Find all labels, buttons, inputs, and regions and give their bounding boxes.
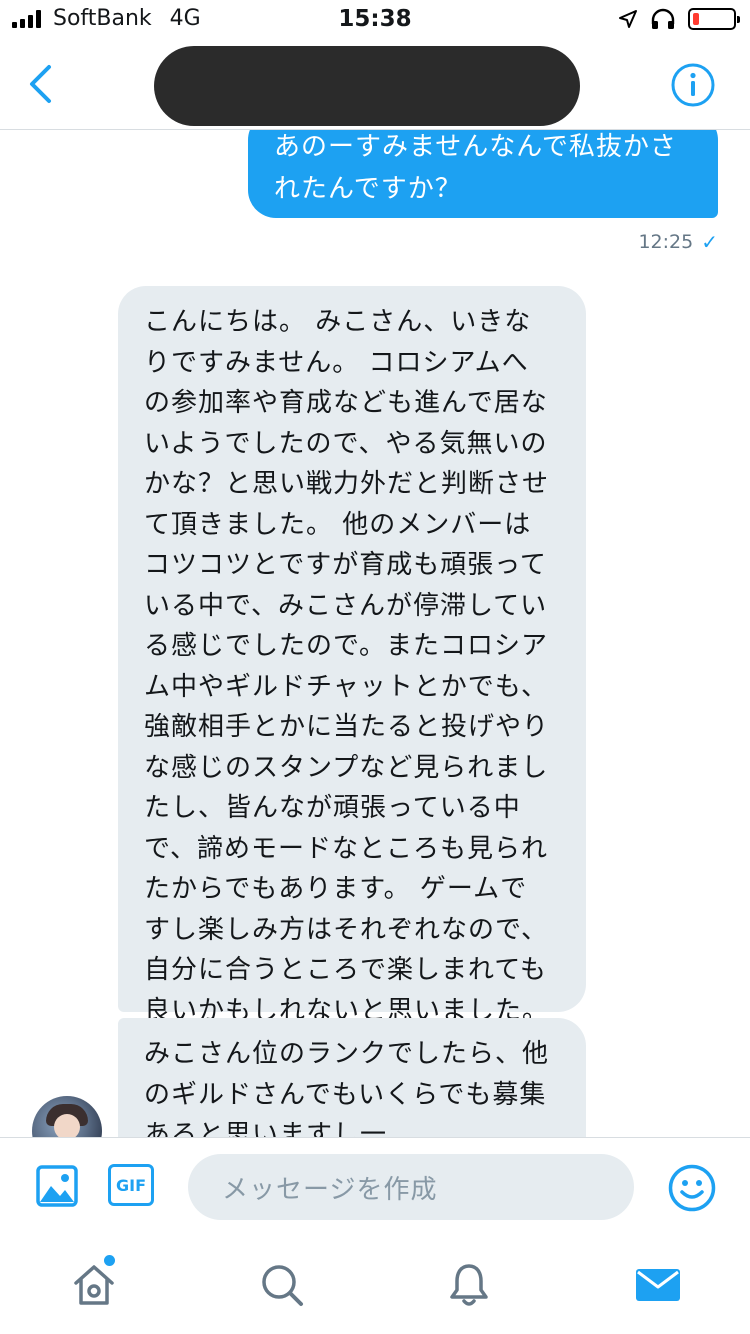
outgoing-message-meta: 12:25 ✓ <box>638 230 718 254</box>
status-bar: SoftBank 4G 15:38 <box>0 0 750 40</box>
message-line: みこさん位のランクでしたら、他 <box>144 1039 550 1069</box>
back-button[interactable] <box>22 62 58 106</box>
redacted-conversation-title <box>154 46 580 126</box>
message-line: たからでもあります。 ゲームで <box>144 874 528 904</box>
emoji-icon[interactable] <box>667 1163 717 1213</box>
message-line: こんにちは。 みこさん、いきな <box>144 307 532 337</box>
outgoing-message-bubble[interactable]: あのーすみませんなんで私抜かさ れたんですか？ <box>248 130 718 218</box>
sender-avatar[interactable] <box>32 1096 102 1137</box>
message-line: 強敵相手とかに当たると投げやり <box>144 712 550 742</box>
message-line: な感じのスタンプなど見られまし <box>144 752 549 783</box>
message-line: りですみません。 コロシアムへ <box>144 347 529 378</box>
mail-icon[interactable] <box>634 1261 682 1309</box>
info-circle-icon <box>671 63 715 107</box>
bell-icon[interactable] <box>445 1261 493 1309</box>
message-input-placeholder: メッセージを作成 <box>222 1174 438 1205</box>
incoming-message-bubble[interactable]: こんにちは。 みこさん、いきな りですみません。 コロシアムへ の参加率や育成な… <box>118 286 586 1026</box>
message-line: で、諦めモードなところも見られ <box>144 833 548 864</box>
message-timestamp: 12:25 <box>638 231 694 253</box>
status-right <box>618 8 740 30</box>
message-line: すし楽しみ方はそれぞれなので、 <box>144 914 548 945</box>
image-icon[interactable] <box>35 1164 79 1208</box>
search-icon[interactable] <box>258 1261 306 1309</box>
gif-button[interactable]: GIF <box>108 1164 154 1206</box>
message-line: あのーすみませんなんで私抜かさ <box>274 132 677 162</box>
new-activity-dot <box>104 1255 115 1266</box>
location-arrow-icon <box>619 10 637 28</box>
message-thread[interactable]: あのーすみませんなんで私抜かさ れたんですか？ 12:25 ✓ こんにちは。 み… <box>0 130 750 1137</box>
tab-bar <box>0 1237 750 1334</box>
home-icon[interactable] <box>70 1261 118 1309</box>
message-line: いようでしたので、やる気無いの <box>144 428 548 459</box>
dm-conversation-screen: SoftBank 4G 15:38 あのーすみませんなんで私抜かさ れたんですか… <box>0 0 750 1334</box>
incoming-message-bubble[interactable]: みこさん位のランクでしたら、他 のギルドさんでもいくらでも募集 あると思いますし… <box>118 1018 586 1137</box>
message-line: コツコツとですが育成も頑張って <box>144 550 547 580</box>
message-line: 自分に合うところで楽しまれても <box>144 955 547 985</box>
message-input[interactable]: メッセージを作成 <box>188 1154 634 1220</box>
message-composer: GIF メッセージを作成 <box>0 1137 750 1237</box>
gif-label: GIF <box>115 1175 146 1195</box>
sent-check-icon: ✓ <box>701 230 718 254</box>
message-line: いる中で、みこさんが停滞してい <box>144 590 548 621</box>
info-button[interactable] <box>670 62 716 108</box>
battery-level <box>693 13 699 25</box>
message-line: のギルドさんでもいくらでも募集 <box>144 1079 547 1110</box>
message-line: かな？と思い戦力外だと判断させ <box>144 469 550 499</box>
message-line: ム中やギルドチャットとかでも、 <box>144 671 548 702</box>
nav-bar <box>0 40 750 130</box>
message-line: る感じでしたので。またコロシア <box>144 631 548 661</box>
message-line: あると思いますし一 <box>144 1120 388 1137</box>
message-line: たし、皆んなが頑張っている中 <box>144 793 521 823</box>
avatar-face <box>54 1114 80 1137</box>
chevron-left-icon <box>30 65 51 103</box>
message-line: れたんですか？ <box>274 174 462 204</box>
message-line: て頂きました。 他のメンバーは <box>144 509 532 540</box>
headphones-icon <box>651 8 675 29</box>
message-line: の参加率や育成なども進んで居な <box>144 388 548 418</box>
battery-icon <box>688 8 740 30</box>
